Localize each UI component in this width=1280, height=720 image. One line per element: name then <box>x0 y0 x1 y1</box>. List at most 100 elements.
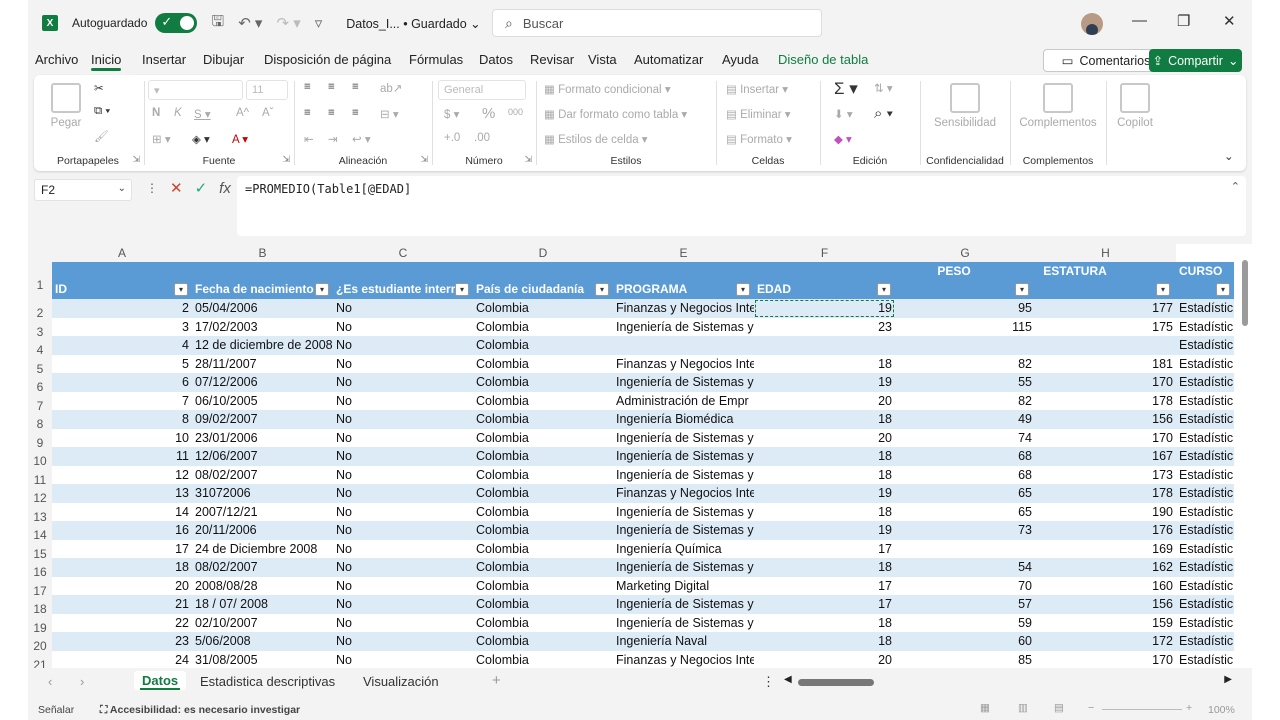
cell-est[interactable]: No <box>333 614 473 633</box>
cell-prog[interactable]: Ingeniería de Sistemas y <box>613 614 754 633</box>
cell-pais[interactable]: Colombia <box>473 632 613 651</box>
filter-dropdown-icon[interactable]: ▾ <box>315 283 329 296</box>
row-header[interactable]: 7 <box>28 391 52 413</box>
cell-prog[interactable]: Finanzas y Negocios Inte <box>613 355 754 374</box>
insert-cells-button[interactable]: ▤ Insertar ▾ <box>726 82 788 96</box>
dialog-launcher-icon[interactable]: ⇲ <box>282 154 290 165</box>
cell-fecha[interactable]: 17/02/2003 <box>192 318 333 337</box>
delete-cells-button[interactable]: ▤ Eliminar ▾ <box>726 107 791 121</box>
horizontal-scrollbar[interactable]: ◀ ▶ <box>784 674 1232 692</box>
cell-estatura[interactable] <box>1035 336 1176 355</box>
cell-peso[interactable]: 59 <box>895 614 1035 633</box>
cell-prog[interactable]: Ingeniería Naval <box>613 632 754 651</box>
cell-curso[interactable]: Estadístic <box>1176 558 1236 577</box>
column-header[interactable]: G <box>895 244 1035 262</box>
header-cell-curso[interactable]: CURSO <box>1176 262 1236 281</box>
cell-pais[interactable]: Colombia <box>473 429 613 448</box>
cell-prog[interactable]: Ingeniería de Sistemas y <box>613 521 754 540</box>
cell-prog[interactable]: Marketing Digital <box>613 577 754 596</box>
row-header[interactable]: 6 <box>28 373 52 394</box>
cell-edad[interactable] <box>754 336 895 355</box>
cell-id[interactable]: 4 <box>52 336 192 355</box>
cell-pais[interactable]: Colombia <box>473 503 613 522</box>
sheet-tab-visualizacion[interactable]: Visualización <box>363 674 439 689</box>
cell-peso[interactable]: 68 <box>895 466 1035 485</box>
cell-estatura[interactable]: 178 <box>1035 484 1176 503</box>
font-color-icon[interactable]: A ▾ <box>232 132 248 146</box>
vertical-scrollbar[interactable] <box>1238 244 1252 668</box>
cell-curso[interactable]: Estadístic <box>1176 355 1236 374</box>
document-name[interactable]: Datos_I... • Guardado ⌄ <box>346 16 480 31</box>
cell-edad[interactable]: 19 <box>754 299 895 318</box>
header-cell-id[interactable]: ID <box>52 280 174 299</box>
cell-fecha[interactable]: 05/04/2006 <box>192 299 333 318</box>
next-sheet-icon[interactable]: › <box>80 674 84 689</box>
cell-curso[interactable]: Estadístic <box>1176 632 1236 651</box>
cell-id[interactable]: 23 <box>52 632 192 651</box>
cell-pais[interactable]: Colombia <box>473 521 613 540</box>
cell-est[interactable]: No <box>333 318 473 337</box>
cell-pais[interactable]: Colombia <box>473 447 613 466</box>
cell-est[interactable]: No <box>333 558 473 577</box>
cell-est[interactable]: No <box>333 392 473 411</box>
cell-id[interactable]: 22 <box>52 614 192 633</box>
align-middle-icon[interactable]: ≡ <box>328 81 335 93</box>
cell-estatura[interactable]: 167 <box>1035 447 1176 466</box>
cell-peso[interactable]: 115 <box>895 318 1035 337</box>
filter-dropdown-icon[interactable]: ▾ <box>455 283 469 296</box>
increase-font-icon[interactable]: A^ <box>236 107 249 119</box>
cell-est[interactable]: No <box>333 410 473 429</box>
cell-fecha[interactable]: 24 de Diciembre 2008 <box>192 540 333 559</box>
cell-fecha[interactable]: 23/01/2006 <box>192 429 333 448</box>
cell-curso[interactable]: Estadístic <box>1176 336 1236 355</box>
cell-edad[interactable]: 23 <box>754 318 895 337</box>
cell-edad[interactable]: 18 <box>754 503 895 522</box>
tab-dibujar[interactable]: Dibujar <box>203 52 244 67</box>
fill-color-icon[interactable]: ◈ ▾ <box>192 132 210 146</box>
header-cell-pais[interactable]: País de ciudadanía <box>473 280 595 299</box>
cell-pais[interactable]: Colombia <box>473 392 613 411</box>
cell-est[interactable]: No <box>333 540 473 559</box>
column-header[interactable]: D <box>473 244 613 262</box>
autosave-toggle[interactable]: ✓ <box>155 13 198 33</box>
cell-pais[interactable]: Colombia <box>473 614 613 633</box>
cell-est[interactable]: No <box>333 336 473 355</box>
cell-est[interactable]: No <box>333 299 473 318</box>
column-header[interactable]: F <box>754 244 895 262</box>
cell-peso[interactable]: 73 <box>895 521 1035 540</box>
cell-id[interactable]: 17 <box>52 540 192 559</box>
scroll-thumb[interactable] <box>1242 260 1248 326</box>
cell-curso[interactable]: Estadístic <box>1176 540 1236 559</box>
cell-id[interactable]: 2 <box>52 299 192 318</box>
row-header[interactable]: 20 <box>28 632 52 653</box>
avatar[interactable] <box>1081 13 1103 35</box>
filter-dropdown-icon[interactable]: ▾ <box>1216 283 1230 296</box>
more-icon[interactable]: ⋮ <box>146 181 158 195</box>
cell-fecha[interactable]: 28/11/2007 <box>192 355 333 374</box>
percent-icon[interactable]: % <box>482 105 495 122</box>
undo-icon[interactable]: ↶ ▾ <box>238 14 262 32</box>
scroll-right-icon[interactable]: ▶ <box>1224 674 1232 685</box>
cell-est[interactable]: No <box>333 651 473 669</box>
redo-icon[interactable]: ↷ ▾ <box>276 14 300 32</box>
addins-button[interactable]: Complementos <box>1012 83 1104 129</box>
italic-icon[interactable]: K <box>174 107 182 119</box>
font-name-dropdown[interactable]: ▾ <box>148 80 243 100</box>
align-top-icon[interactable]: ≡ <box>304 81 311 93</box>
cell-curso[interactable]: Estadístic <box>1176 614 1236 633</box>
page-break-icon[interactable]: ▤ <box>1054 702 1064 714</box>
header-cell-estatura[interactable]: ESTATURA <box>1030 262 1120 281</box>
cell-fecha[interactable]: 2008/08/28 <box>192 577 333 596</box>
cell-prog[interactable]: Ingeniería de Sistemas y <box>613 503 754 522</box>
dialog-launcher-icon[interactable]: ⇲ <box>420 154 428 165</box>
format-cells-button[interactable]: ▤ Formato ▾ <box>726 132 792 146</box>
cell-id[interactable]: 3 <box>52 318 192 337</box>
row-header[interactable]: 11 <box>28 465 52 487</box>
row-header[interactable]: 3 <box>28 317 52 339</box>
cell-id[interactable]: 6 <box>52 373 192 392</box>
format-painter-icon[interactable]: 🖌 <box>94 129 109 143</box>
cell-id[interactable]: 10 <box>52 429 192 448</box>
add-sheet-icon[interactable]: + <box>492 672 501 689</box>
cell-edad[interactable]: 17 <box>754 540 895 559</box>
clear-icon[interactable]: ◆ ▾ <box>834 132 852 146</box>
